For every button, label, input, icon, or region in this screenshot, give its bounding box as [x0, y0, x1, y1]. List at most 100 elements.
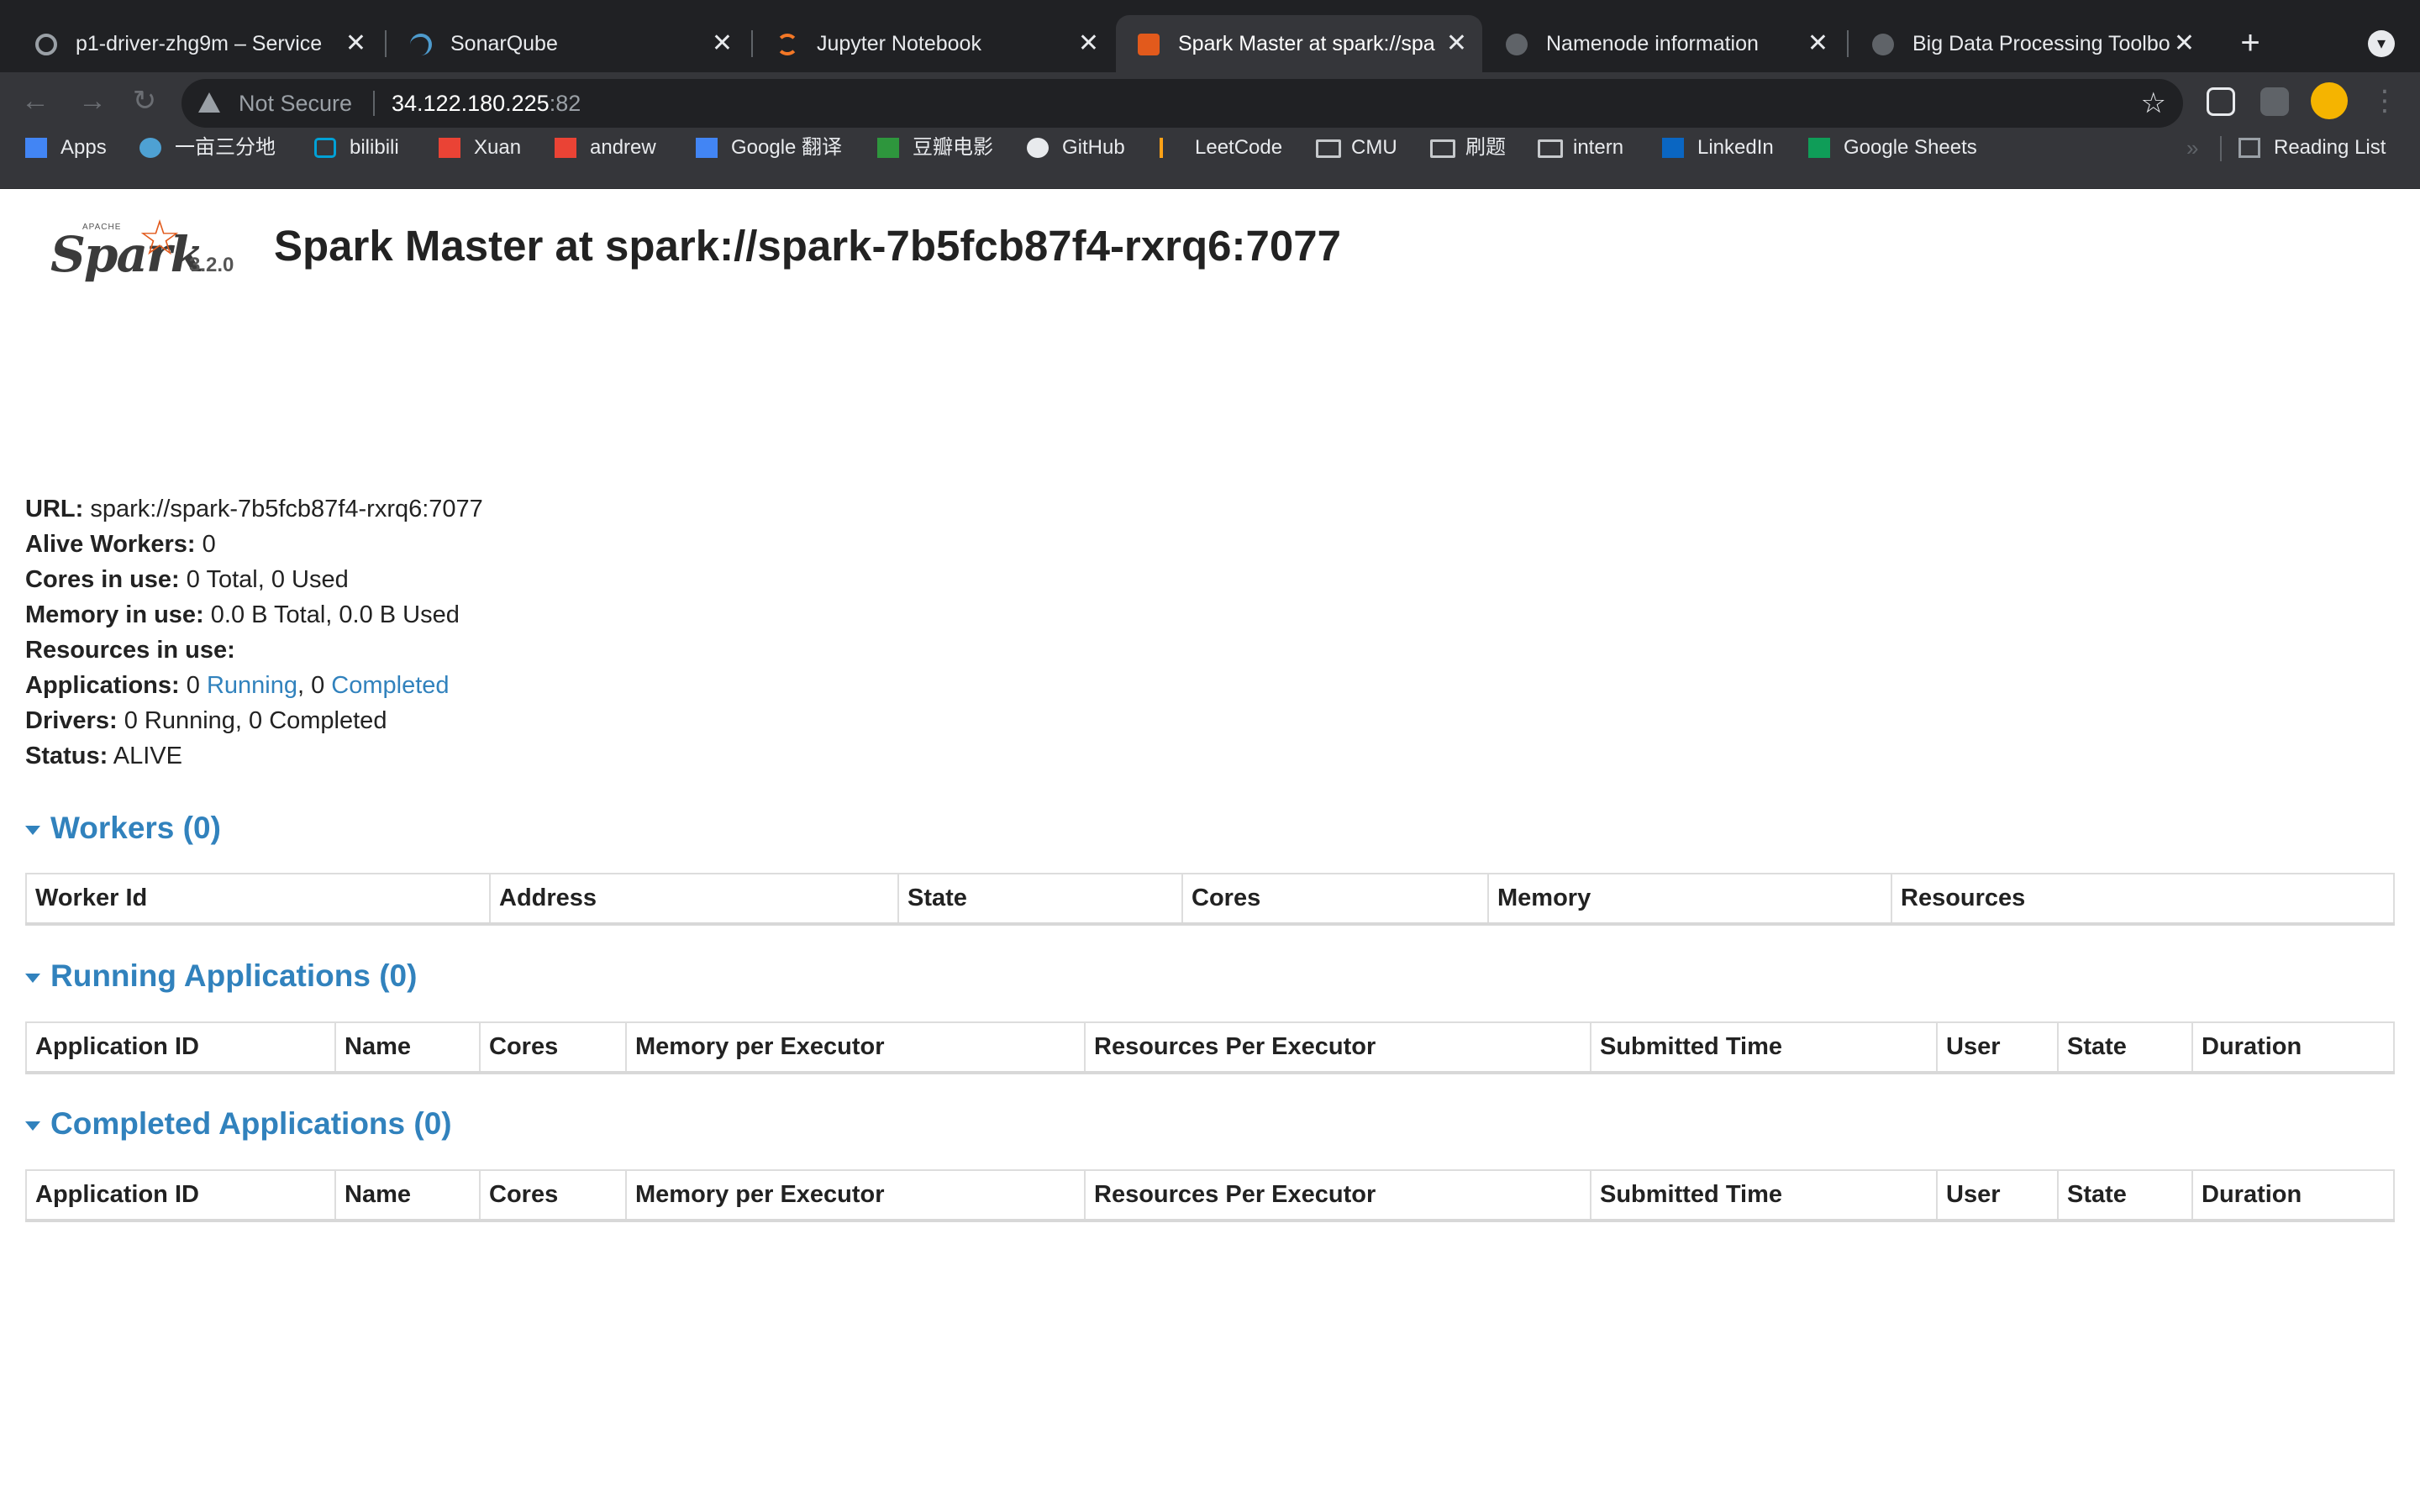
column-header[interactable]: Name — [334, 1021, 481, 1074]
column-header[interactable]: Submitted Time — [1590, 1169, 1938, 1222]
column-header[interactable]: Application ID — [25, 1169, 336, 1222]
column-header[interactable]: Address — [489, 873, 899, 926]
workers-section-toggle[interactable]: Workers (0) — [25, 811, 221, 846]
column-header[interactable]: State — [2057, 1021, 2193, 1074]
summary-cores: Cores in use: 0 Total, 0 Used — [25, 562, 483, 597]
column-header[interactable]: Submitted Time — [1590, 1021, 1938, 1074]
tab-title: Spark Master at spark://spa — [1178, 32, 1435, 55]
tab-sonarqube[interactable]: SonarQube ✕ — [388, 15, 748, 72]
column-header[interactable]: Memory per Executor — [625, 1021, 1086, 1074]
url-text[interactable]: 34.122.180.225:82 — [392, 79, 581, 128]
bookmark-1point3acres[interactable]: 一亩三分地 — [139, 128, 276, 168]
table-header-row: Worker Id Address State Cores Memory Res… — [25, 873, 2395, 926]
column-header[interactable]: Duration — [2191, 1021, 2395, 1074]
column-header[interactable]: User — [1936, 1169, 2059, 1222]
column-header[interactable]: Cores — [1181, 873, 1489, 926]
close-tab-icon[interactable]: ✕ — [1807, 15, 1828, 72]
profile-avatar-icon[interactable] — [2311, 82, 2348, 119]
bookmark-xuan[interactable]: Xuan — [439, 128, 521, 168]
reload-icon[interactable]: ↻ — [128, 84, 161, 118]
column-header[interactable]: Cores — [479, 1021, 627, 1074]
folder-icon — [1430, 139, 1455, 158]
apps-grid-icon — [25, 138, 47, 158]
column-header[interactable]: User — [1936, 1021, 2059, 1074]
column-header[interactable]: Duration — [2191, 1169, 2395, 1222]
bookmark-label: LeetCode — [1195, 136, 1283, 159]
column-header[interactable]: Memory — [1487, 873, 1892, 926]
spark-logo[interactable]: APACHE Spark ☆ — [50, 209, 204, 293]
bookmark-github[interactable]: GitHub — [1027, 128, 1125, 168]
bookmark-folder-cmu[interactable]: CMU — [1316, 128, 1397, 168]
new-tab-button[interactable]: + — [2230, 24, 2270, 64]
bookmark-bilibili[interactable]: bilibili — [314, 128, 399, 168]
column-header[interactable]: Application ID — [25, 1021, 336, 1074]
tab-jupyter[interactable]: Jupyter Notebook ✕ — [755, 15, 1114, 72]
spark-version: 3.2.0 — [189, 254, 234, 276]
completed-apps-section-toggle[interactable]: Completed Applications (0) — [25, 1106, 452, 1142]
reading-list-button[interactable]: Reading List — [2238, 128, 2386, 168]
column-header[interactable]: State — [897, 873, 1183, 926]
column-header[interactable]: State — [2057, 1169, 2193, 1222]
globe-icon — [1872, 34, 1894, 55]
column-header[interactable]: Worker Id — [25, 873, 491, 926]
extension-icon[interactable] — [2207, 87, 2235, 116]
reading-list-icon — [2238, 138, 2260, 158]
column-header[interactable]: Resources Per Executor — [1084, 1169, 1591, 1222]
jupyter-icon — [776, 34, 798, 55]
back-icon[interactable]: ← — [18, 84, 52, 118]
bookmark-google-translate[interactable]: Google 翻译 — [696, 128, 842, 168]
bookmark-douban[interactable]: 豆瓣电影 — [877, 128, 993, 168]
bookmark-andrew[interactable]: andrew — [555, 128, 656, 168]
sonarqube-icon — [410, 34, 432, 55]
running-apps-link[interactable]: Running — [207, 672, 297, 699]
bookmark-leetcode[interactable]: LeetCode — [1160, 128, 1282, 168]
bookmark-folder-shuati[interactable]: 刷题 — [1430, 128, 1506, 168]
extensions-puzzle-icon[interactable] — [2260, 87, 2289, 116]
bookmark-linkedin[interactable]: LinkedIn — [1662, 128, 1774, 168]
column-header[interactable]: Name — [334, 1169, 481, 1222]
close-tab-icon[interactable]: ✕ — [345, 15, 366, 72]
sheets-icon — [1808, 138, 1830, 158]
column-header[interactable]: Cores — [479, 1169, 627, 1222]
tab-big-data-toolbox[interactable]: Big Data Processing Toolbo ✕ — [1850, 15, 2210, 72]
running-apps-section-toggle[interactable]: Running Applications (0) — [25, 958, 417, 994]
bookmark-apps[interactable]: Apps — [25, 128, 107, 168]
column-header[interactable]: Memory per Executor — [625, 1169, 1086, 1222]
security-label[interactable]: Not Secure — [239, 79, 352, 128]
gmail-icon — [555, 138, 576, 158]
close-tab-icon[interactable]: ✕ — [2174, 15, 2195, 72]
bookmark-label: Google 翻译 — [731, 136, 843, 159]
tab-p1-driver[interactable]: p1-driver-zhg9m – Service ✕ — [13, 15, 381, 72]
column-header[interactable]: Resources — [1891, 873, 2395, 926]
summary-label: Drivers: — [25, 707, 118, 734]
bookmark-label: intern — [1573, 136, 1624, 159]
address-bar[interactable]: Not Secure 34.122.180.225:82 ☆ — [182, 79, 2183, 128]
bookmark-google-sheets[interactable]: Google Sheets — [1808, 128, 1977, 168]
bookmarks-overflow-chevron-icon[interactable]: » — [2186, 128, 2198, 168]
summary-value: 0 — [202, 531, 216, 558]
folder-icon — [1316, 139, 1341, 158]
bookmark-star-icon[interactable]: ☆ — [2141, 79, 2166, 128]
tab-spark-master[interactable]: Spark Master at spark://spa ✕ — [1116, 15, 1482, 72]
tab-title: Namenode information — [1546, 32, 1759, 55]
not-secure-warning-icon — [198, 92, 220, 113]
status-value: ALIVE — [113, 743, 182, 769]
menu-kebab-icon[interactable]: ⋮ — [2368, 84, 2402, 118]
summary-separator: , 0 — [297, 672, 325, 699]
close-tab-icon[interactable]: ✕ — [712, 15, 733, 72]
tab-namenode[interactable]: Namenode information ✕ — [1484, 15, 1844, 72]
completed-apps-link[interactable]: Completed — [331, 672, 449, 699]
translate-icon — [696, 138, 718, 158]
summary-value: 0 Total, 0 Used — [186, 566, 349, 593]
close-tab-icon[interactable]: ✕ — [1078, 15, 1099, 72]
summary-label: Resources in use: — [25, 637, 235, 664]
forward-icon[interactable]: → — [76, 84, 109, 118]
collapse-arrow-icon — [25, 1121, 40, 1131]
tab-search-icon[interactable]: ▾ — [2368, 30, 2395, 57]
bookmark-label: bilibili — [350, 136, 399, 159]
column-header[interactable]: Resources Per Executor — [1084, 1021, 1591, 1074]
leetcode-icon — [1160, 138, 1181, 158]
summary-label: Applications: — [25, 672, 180, 699]
bookmark-folder-intern[interactable]: intern — [1538, 128, 1623, 168]
close-tab-icon[interactable]: ✕ — [1446, 15, 1467, 72]
